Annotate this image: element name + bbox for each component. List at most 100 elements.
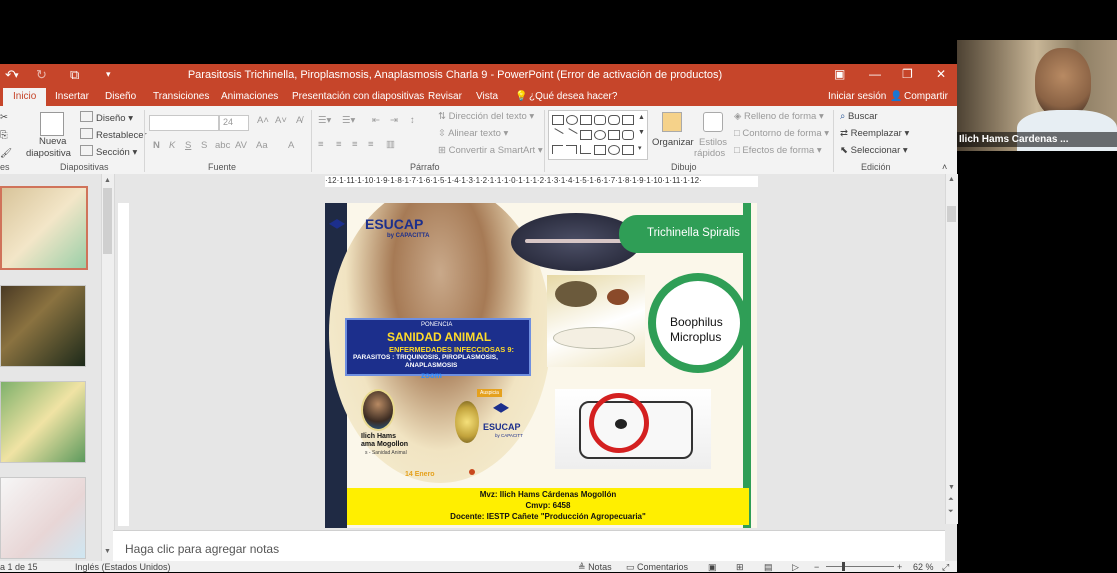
quick-styles-icon[interactable]	[703, 112, 723, 132]
shape-triangle-icon[interactable]	[552, 145, 563, 154]
shape-square2-icon[interactable]	[608, 130, 620, 140]
slide-thumbnail-4[interactable]	[0, 477, 86, 559]
new-slide-label[interactable]: diapositiva	[26, 148, 71, 159]
shape-textbox-icon[interactable]	[552, 115, 564, 125]
grow-font-icon[interactable]: A˄	[257, 115, 269, 126]
zoom-in-icon[interactable]: +	[897, 562, 902, 572]
shape-cylinder-icon[interactable]	[594, 115, 606, 125]
tab-animaciones[interactable]: Animaciones	[221, 91, 278, 102]
layout-button[interactable]: Diseño ▾	[80, 111, 133, 124]
scroll-down-icon[interactable]: ▼	[104, 548, 111, 555]
align-right-icon[interactable]: ≡	[352, 139, 358, 150]
clipboard-icon[interactable]: ✂	[0, 112, 8, 123]
tab-diseno[interactable]: Diseño	[105, 91, 136, 102]
shape-corner-icon[interactable]	[580, 145, 591, 154]
sign-in-link[interactable]: Iniciar sesión	[828, 91, 886, 102]
slide-scrollbar[interactable]: ▲ ▼ ⏶ ⏷	[945, 174, 958, 524]
bullets-icon[interactable]: ☰▾	[318, 115, 331, 126]
line-spacing-icon[interactable]: ↕	[410, 115, 415, 126]
gallery-more-icon[interactable]: ▾	[638, 144, 642, 152]
gallery-down-icon[interactable]: ▼	[638, 129, 645, 136]
font-color-icon[interactable]: A	[288, 140, 294, 151]
zoom-out-icon[interactable]: −	[814, 562, 819, 572]
underline-button[interactable]: S	[185, 140, 191, 151]
scroll-down-icon[interactable]: ▼	[948, 484, 955, 491]
notes-toggle[interactable]: ≜ Notas	[578, 562, 612, 573]
arrange-button[interactable]: Organizar	[652, 137, 694, 148]
notes-pane[interactable]: Haga clic para agregar notas	[113, 530, 945, 562]
tab-inicio[interactable]: Inicio	[3, 88, 47, 106]
replace-button[interactable]: ⇄ Reemplazar ▾	[840, 128, 909, 139]
shape-line-icon[interactable]	[550, 128, 564, 141]
tab-vista[interactable]: Vista	[476, 91, 498, 102]
next-slide-icon[interactable]: ⏷	[948, 508, 954, 516]
shape-outline-button[interactable]: □ Contorno de forma ▾	[734, 128, 829, 139]
collapse-ribbon-icon[interactable]: ˄	[942, 162, 947, 172]
shape-rounded2-icon[interactable]	[622, 130, 634, 140]
zoom-level[interactable]: 62 %	[913, 562, 934, 572]
zoom-slider[interactable]	[826, 566, 894, 567]
scroll-thumb[interactable]	[103, 188, 112, 254]
shape-smiley-icon[interactable]	[608, 145, 620, 155]
font-size-input[interactable]: 24	[219, 115, 249, 131]
shape-rounded-icon[interactable]	[608, 115, 620, 125]
shapes-gallery[interactable]: ▲ ▼ ▾	[548, 110, 648, 160]
shape-brace-icon[interactable]	[622, 145, 634, 155]
shape-oval-icon[interactable]	[566, 115, 578, 125]
zoom-slider-thumb[interactable]	[842, 562, 845, 571]
slide-thumbnail-1[interactable]	[0, 186, 88, 270]
shape-arrow-right-icon[interactable]	[594, 145, 606, 155]
numbering-icon[interactable]: ☰▾	[342, 115, 355, 126]
tell-me-search[interactable]: ¿Qué desea hacer?	[529, 91, 617, 102]
columns-icon[interactable]: ▥	[386, 139, 395, 150]
gallery-up-icon[interactable]: ▲	[638, 114, 645, 121]
text-direction-button[interactable]: ⇅ Dirección del texto ▾	[438, 111, 534, 122]
align-center-icon[interactable]: ≡	[336, 139, 342, 150]
scroll-up-icon[interactable]: ▲	[104, 177, 111, 184]
vertical-ruler[interactable]	[118, 203, 129, 526]
new-slide-icon[interactable]	[40, 112, 64, 136]
smartart-button[interactable]: ⊞ Convertir a SmartArt ▾	[438, 145, 543, 156]
align-left-icon[interactable]: ≡	[318, 139, 324, 150]
slide-thumbnail-2[interactable]	[0, 285, 86, 367]
arrange-icon[interactable]	[662, 112, 682, 132]
new-slide-button[interactable]: Nueva	[39, 136, 66, 147]
prev-slide-icon[interactable]: ⏶	[948, 496, 954, 504]
minimize-button[interactable]: —	[869, 67, 881, 81]
quick-styles-label[interactable]: rápidos	[694, 148, 725, 159]
scroll-up-icon[interactable]: ▲	[948, 176, 955, 183]
shrink-font-icon[interactable]: A˅	[275, 115, 287, 126]
justify-icon[interactable]: ≡	[368, 139, 374, 150]
reset-button[interactable]: Restablecer	[80, 128, 147, 141]
share-button[interactable]: Compartir	[904, 91, 948, 102]
slide-canvas[interactable]: ESUCAP by CAPACITTA Trichinella Spiralis…	[325, 203, 757, 528]
shape-fill-button[interactable]: ◈ Relleno de forma ▾	[734, 111, 824, 122]
reading-view-icon[interactable]: ▤	[764, 562, 773, 573]
close-button[interactable]: ✕	[936, 67, 946, 81]
increase-indent-icon[interactable]: ⇥	[390, 115, 398, 126]
shape-square-icon[interactable]	[580, 130, 592, 140]
shape-textbox2-icon[interactable]	[622, 115, 634, 125]
change-case-button[interactable]: Aa	[256, 140, 268, 151]
section-button[interactable]: Sección ▾	[80, 145, 137, 158]
clear-format-icon[interactable]: A̸	[296, 115, 302, 126]
spacing-icon[interactable]: AV	[235, 140, 247, 151]
quick-styles-button[interactable]: Estilos	[699, 137, 727, 148]
fit-to-window-icon[interactable]: ⤢	[942, 562, 949, 573]
font-name-input[interactable]	[149, 115, 219, 131]
find-button[interactable]: ⌕ Buscar	[840, 111, 878, 122]
format-painter-icon[interactable]: 🖌	[0, 148, 12, 159]
language-indicator[interactable]: Inglés (Estados Unidos)	[75, 562, 171, 572]
normal-view-icon[interactable]: ▣	[708, 562, 717, 573]
notes-placeholder[interactable]: Haga clic para agregar notas	[125, 542, 279, 556]
slide-thumbnail-3[interactable]	[0, 381, 86, 463]
bold-button[interactable]: N	[153, 140, 160, 151]
tab-revisar[interactable]: Revisar	[428, 91, 462, 102]
tab-insertar[interactable]: Insertar	[55, 91, 89, 102]
shape-effects-button[interactable]: □ Efectos de forma ▾	[734, 145, 822, 156]
copy-icon[interactable]: ⎘	[0, 130, 8, 141]
italic-button[interactable]: K	[169, 140, 175, 151]
horizontal-ruler[interactable]: ·12·1·11·1·10·1·9·1·8·1·7·1·6·1·5·1·4·1·…	[325, 176, 758, 187]
tab-transiciones[interactable]: Transiciones	[153, 91, 209, 102]
thumbnail-scrollbar[interactable]: ▲ ▼	[101, 174, 115, 561]
